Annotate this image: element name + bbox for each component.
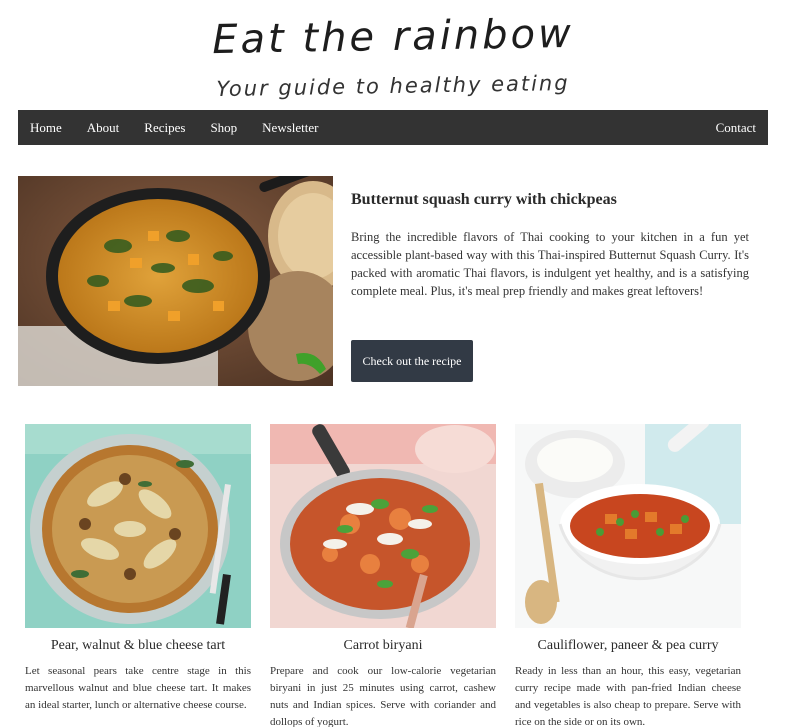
featured-recipe-description: Bring the incredible flavors of Thai coo…	[351, 230, 749, 298]
carrot-biryani-description: Prepare and cook our low-calorie vegetar…	[270, 665, 496, 727]
recipe-card-cauliflower-curry[interactable]: Cauliflower, paneer & pea curry Ready in…	[515, 424, 741, 727]
recipe-card-carrot-biryani[interactable]: Carrot biryani Prepare and cook our low-…	[270, 424, 496, 727]
pear-tart-illustration	[25, 424, 251, 628]
featured-recipe-image[interactable]	[18, 176, 333, 386]
recipe-card-pear-tart[interactable]: Pear, walnut & blue cheese tart Let seas…	[25, 424, 251, 714]
carrot-biryani-illustration	[270, 424, 496, 628]
carrot-biryani-image[interactable]	[270, 424, 496, 628]
nav-item-shop[interactable]: Shop	[210, 120, 237, 136]
cauliflower-curry-image[interactable]	[515, 424, 741, 628]
nav-item-contact[interactable]: Contact	[716, 120, 756, 136]
cauliflower-curry-description: Ready in less than an hour, this easy, v…	[515, 665, 741, 727]
main-navbar: Home About Recipes Shop Newsletter Conta…	[18, 110, 768, 145]
pear-tart-image[interactable]	[25, 424, 251, 628]
nav-item-about[interactable]: About	[87, 120, 120, 136]
pear-tart-description: Let seasonal pears take centre stage in …	[25, 665, 251, 711]
nav-item-recipes[interactable]: Recipes	[144, 120, 185, 136]
carrot-biryani-title[interactable]: Carrot biryani	[270, 638, 496, 654]
cauliflower-curry-illustration	[515, 424, 741, 628]
nav-item-home[interactable]: Home	[30, 120, 62, 136]
nav-item-newsletter[interactable]: Newsletter	[262, 120, 318, 136]
site-title: Eat the rainbow	[211, 10, 575, 64]
curry-skillet-illustration	[18, 176, 333, 386]
check-out-recipe-button[interactable]: Check out the recipe	[351, 340, 473, 382]
featured-recipe-title: Butternut squash curry with chickpeas	[351, 191, 617, 208]
site-subtitle: Your guide to healthy eating	[216, 70, 570, 102]
cauliflower-curry-title[interactable]: Cauliflower, paneer & pea curry	[515, 638, 741, 654]
pear-tart-title[interactable]: Pear, walnut & blue cheese tart	[25, 638, 251, 654]
